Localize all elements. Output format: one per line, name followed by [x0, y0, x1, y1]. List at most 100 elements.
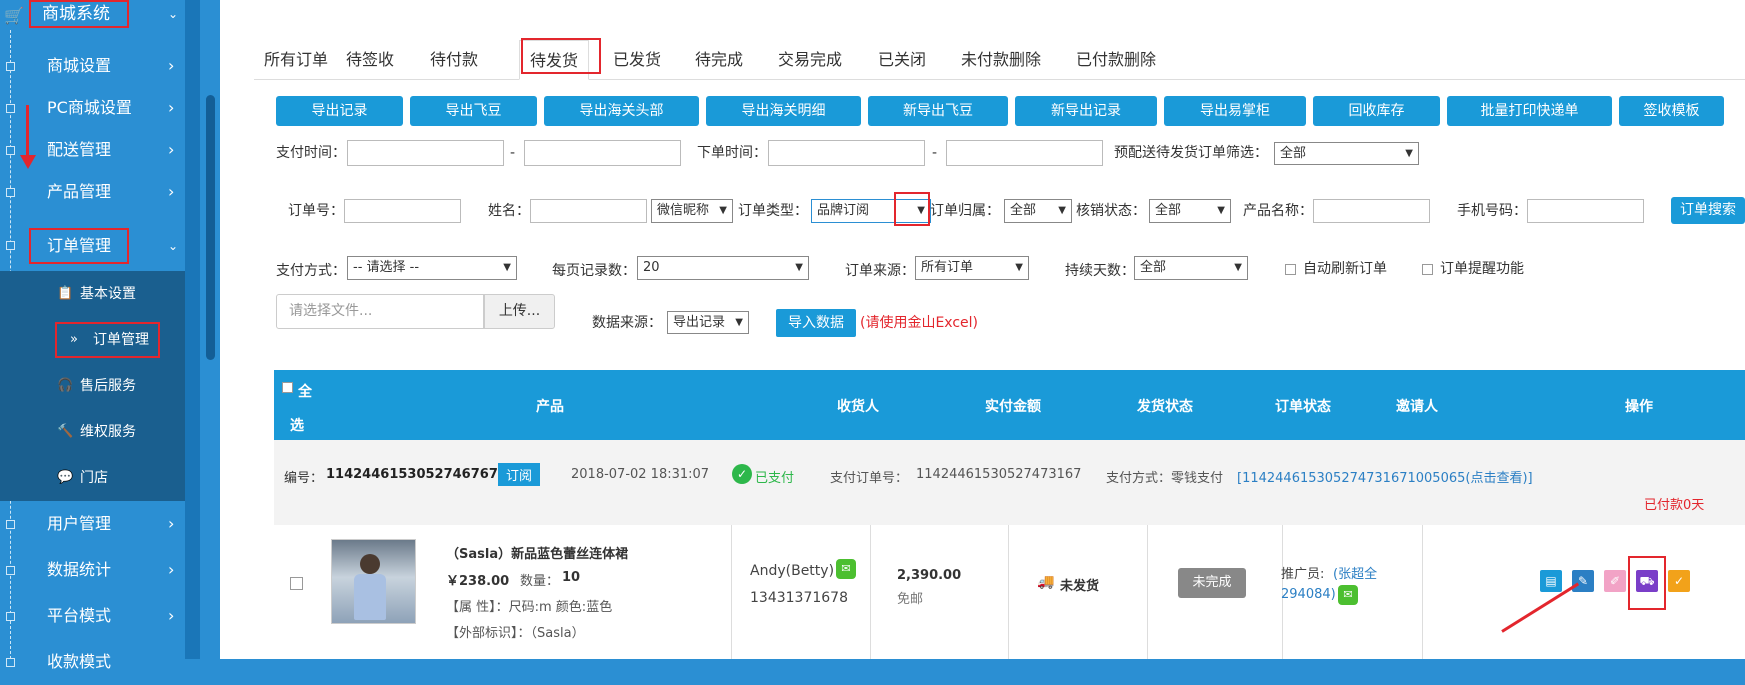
source-select[interactable]: 所有订单 ▼	[915, 256, 1029, 280]
remind-checkbox[interactable]	[1422, 264, 1433, 275]
auto-refresh-checkbox[interactable]	[1285, 264, 1296, 275]
tree-node	[6, 241, 15, 250]
tab-to-pay[interactable]: 待付款	[420, 40, 488, 80]
order-status-badge: 未完成	[1178, 568, 1246, 598]
chat-icon: 💬	[57, 470, 74, 485]
chevron-right-icon: ›	[168, 98, 175, 117]
tab-to-complete[interactable]: 待完成	[685, 40, 753, 80]
pay-method-select[interactable]: -- 请选择 -- ▼	[347, 256, 517, 280]
data-source-select[interactable]: 导出记录 ▼	[667, 311, 749, 334]
dropdown-arrow-icon: ▼	[735, 317, 743, 328]
sidebar-scrollbar[interactable]	[206, 95, 215, 360]
chevron-right-icon: ›	[168, 182, 175, 201]
export-feidou-button[interactable]: 导出飞豆	[410, 96, 537, 126]
submenu-store[interactable]: 💬 门店	[0, 455, 200, 501]
sidebar-item-platform[interactable]: 平台模式 ›	[0, 593, 200, 639]
tab-done[interactable]: 交易完成	[768, 40, 852, 80]
tab-shipped[interactable]: 已发货	[603, 40, 671, 80]
tab-unpaid-deleted[interactable]: 未付款删除	[951, 40, 1051, 80]
sidebar-item-label: PC商城设置	[47, 98, 132, 117]
sidebar-item-label: 用户管理	[47, 514, 112, 533]
sidebar-scrollbar-track	[185, 0, 200, 659]
order-owner-label: 订单归属：	[930, 203, 1000, 219]
note-icon[interactable]: ▤	[1540, 570, 1562, 592]
per-page-label: 每页记录数：	[552, 263, 636, 279]
product-attr: 【属 性】：尺码:m 颜色:蓝色	[446, 600, 613, 615]
export-yizhanggui-button[interactable]: 导出易掌柜	[1164, 96, 1306, 126]
sidebar-item-payment[interactable]: 收款模式	[0, 639, 200, 685]
highlight-box	[55, 322, 160, 358]
order-time-end-input[interactable]	[946, 140, 1103, 166]
sidebar-item-label: 平台模式	[47, 606, 112, 625]
batch-print-button[interactable]: 批量打印快递单	[1447, 96, 1612, 126]
tree-node	[6, 104, 15, 113]
tab-closed[interactable]: 已关闭	[868, 40, 936, 80]
highlight-box	[521, 38, 601, 74]
order-no-input[interactable]	[344, 199, 461, 223]
select-value: 导出记录	[673, 315, 726, 330]
pay-detail-link[interactable]: [114244615305274731671005065(点击查看)]	[1237, 467, 1533, 486]
order-time-start-input[interactable]	[768, 140, 925, 166]
pre-filter-select[interactable]: 全部 ▼	[1274, 142, 1419, 165]
new-export-feidou-button[interactable]: 新导出飞豆	[868, 96, 1008, 126]
tab-to-sign[interactable]: 待签收	[336, 40, 404, 80]
upload-button[interactable]: 上传...	[484, 294, 555, 329]
sidebar-item-pc-mall[interactable]: PC商城设置 ›	[0, 85, 200, 131]
sign-icon[interactable]: ✓	[1668, 570, 1690, 592]
export-records-button[interactable]: 导出记录	[276, 96, 403, 126]
sidebar-item-label: 产品管理	[47, 182, 112, 201]
clipboard-icon: 📋	[57, 286, 74, 301]
sidebar-item-stats[interactable]: 数据统计 ›	[0, 547, 200, 593]
product-thumbnail[interactable]	[331, 539, 416, 624]
submenu-rights[interactable]: 🔨 维权服务	[0, 409, 200, 455]
tree-node	[6, 658, 15, 667]
tree-node	[6, 566, 15, 575]
recycle-stock-button[interactable]: 回收库存	[1313, 96, 1440, 126]
tree-node	[6, 612, 15, 621]
export-customs-header-button[interactable]: 导出海关头部	[544, 96, 699, 126]
order-no: 1142446153052746767 20	[326, 467, 521, 482]
chevron-right-icon: ›	[168, 140, 175, 159]
product-title[interactable]: （Sasla）新品蓝色蕾丝连体裙	[446, 543, 628, 562]
pen-icon[interactable]: ✐	[1604, 570, 1626, 592]
days-select[interactable]: 全部 ▼	[1134, 256, 1248, 280]
pay-time-start-input[interactable]	[347, 140, 504, 166]
dropdown-arrow-icon: ▼	[795, 262, 803, 273]
file-input[interactable]: 请选择文件...	[276, 294, 484, 329]
promoter-link[interactable]: (张超全	[1333, 563, 1377, 582]
submenu-basic-settings[interactable]: 📋 基本设置	[0, 271, 200, 317]
sign-template-button[interactable]: 签收模板	[1619, 96, 1724, 126]
submenu-after-sales[interactable]: 🎧 售后服务	[0, 363, 200, 409]
product-price: ￥238.00	[446, 574, 510, 589]
product-name-input[interactable]	[1313, 199, 1430, 223]
header-amount: 实付金额	[985, 399, 1041, 415]
submenu-label: 门店	[80, 470, 108, 486]
receiver-phone: 13431371678	[750, 590, 848, 606]
order-search-button[interactable]: 订单搜索	[1671, 197, 1745, 224]
export-customs-detail-button[interactable]: 导出海关明细	[706, 96, 861, 126]
tab-all[interactable]: 所有订单	[254, 40, 338, 80]
row-checkbox[interactable]	[290, 577, 303, 590]
name-input[interactable]	[530, 199, 647, 223]
sidebar-item-mall-settings[interactable]: 商城设置 ›	[0, 43, 200, 89]
wechat-icon[interactable]: ✉	[836, 559, 856, 579]
per-page-select[interactable]: 20 ▼	[637, 256, 809, 280]
sidebar-item-users[interactable]: 用户管理 ›	[0, 501, 200, 547]
order-time: 2018-07-02 18:31:07	[571, 467, 710, 482]
header-receiver: 收货人	[837, 399, 879, 415]
edit-icon[interactable]: ✎	[1572, 570, 1594, 592]
phone-input[interactable]	[1527, 199, 1644, 223]
verify-select[interactable]: 全部 ▼	[1149, 199, 1231, 223]
sidebar-item-label: 配送管理	[47, 140, 112, 159]
wx-nick-select[interactable]: 微信昵称 ▼	[651, 199, 733, 223]
table-row: （Sasla）新品蓝色蕾丝连体裙 ￥238.00 数量： 10 【属 性】：尺码…	[274, 525, 1745, 659]
sidebar-item-products[interactable]: 产品管理 ›	[0, 169, 200, 215]
order-owner-select[interactable]: 全部 ▼	[1004, 199, 1072, 223]
select-all-checkbox[interactable]	[282, 382, 293, 393]
wechat-icon[interactable]: ✉	[1338, 585, 1358, 605]
import-data-button[interactable]: 导入数据	[776, 309, 856, 337]
promoter-id[interactable]: 294084)	[1281, 587, 1336, 602]
tab-paid-deleted[interactable]: 已付款删除	[1066, 40, 1166, 80]
new-export-records-button[interactable]: 新导出记录	[1015, 96, 1157, 126]
pay-time-end-input[interactable]	[524, 140, 681, 166]
